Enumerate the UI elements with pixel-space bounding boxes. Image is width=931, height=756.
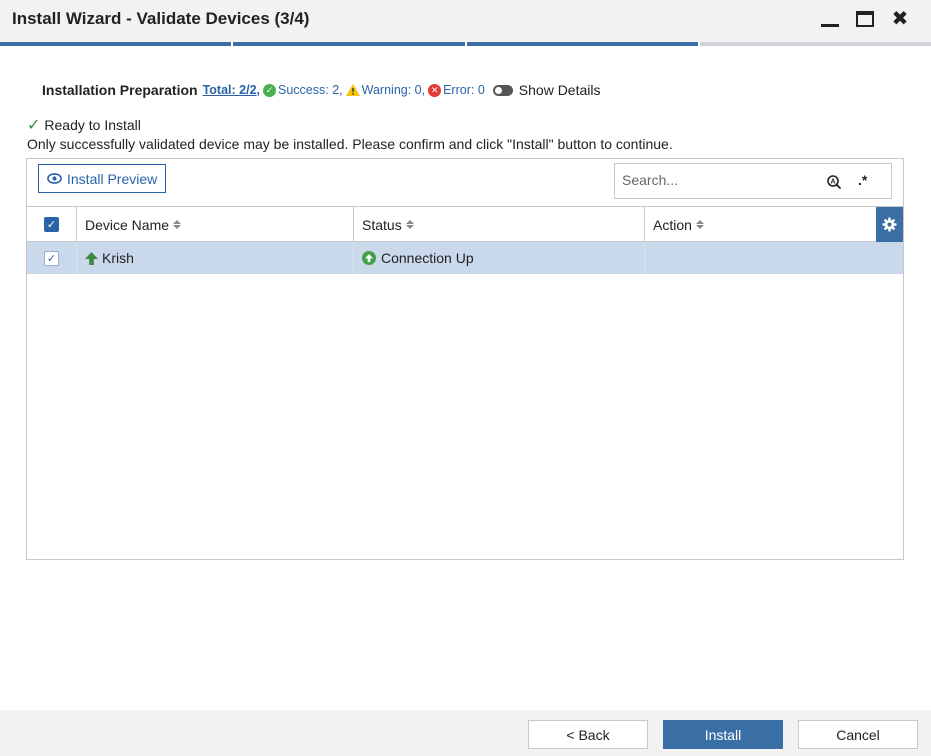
cancel-button[interactable]: Cancel [798, 720, 918, 749]
warning-count: Warning: 0, [361, 83, 426, 97]
column-header-device-name[interactable]: Device Name [77, 207, 354, 242]
gear-icon [882, 217, 897, 232]
table-header: ✓ Device Name Status Action [27, 206, 903, 242]
row-checkbox[interactable]: ✓ [44, 250, 59, 266]
regex-toggle-icon[interactable]: .* [858, 172, 867, 188]
device-up-arrow-icon [85, 251, 98, 265]
device-name: Krish [102, 250, 134, 266]
search-icon[interactable]: A [826, 174, 842, 190]
error-icon: ✕ [428, 83, 442, 97]
install-button[interactable]: Install [663, 720, 783, 749]
maximize-icon [856, 11, 874, 27]
row-select-cell: ✓ [27, 242, 77, 274]
device-name-cell: Krish [77, 242, 354, 274]
sort-icon [695, 220, 704, 229]
column-label: Device Name [85, 216, 170, 233]
success-count: Success: 2, [278, 83, 343, 97]
step-4-indicator [699, 42, 931, 46]
column-header-status[interactable]: Status [354, 207, 645, 242]
connection-up-icon [362, 251, 376, 265]
back-button[interactable]: < Back [528, 720, 648, 749]
ready-text: Ready to Install [44, 117, 141, 133]
table-row[interactable]: ✓ Krish Connection Up [27, 242, 903, 274]
search-box: A .* [614, 163, 892, 199]
search-input[interactable] [622, 172, 822, 188]
error-count: Error: 0 [443, 83, 485, 97]
column-settings-button[interactable] [876, 207, 903, 242]
ready-status: ✓ Ready to Install [27, 115, 141, 135]
show-details-toggle[interactable] [492, 84, 513, 96]
eye-icon [47, 173, 62, 184]
svg-text:A: A [830, 179, 835, 186]
preparation-label: Installation Preparation [42, 82, 198, 98]
close-button[interactable]: ✖ [889, 8, 911, 30]
minimize-icon [821, 23, 839, 27]
show-details-label[interactable]: Show Details [519, 82, 601, 98]
select-all-checkbox[interactable]: ✓ [44, 217, 59, 232]
info-message: Only successfully validated device may b… [27, 136, 673, 152]
install-preview-button[interactable]: Install Preview [38, 164, 167, 193]
install-preview-label: Install Preview [67, 170, 158, 187]
maximize-button[interactable] [854, 8, 876, 30]
sort-icon [173, 220, 182, 229]
sort-icon [405, 220, 414, 229]
column-label: Action [653, 216, 692, 233]
close-icon: ✖ [891, 8, 909, 30]
success-icon: ✓ [263, 83, 277, 97]
header-select-all: ✓ [27, 207, 77, 242]
step-2-indicator [233, 42, 465, 46]
column-header-action[interactable]: Action [645, 207, 876, 242]
step-1-indicator [0, 42, 232, 46]
action-cell [645, 242, 903, 274]
status-cell: Connection Up [354, 242, 645, 274]
total-link[interactable]: Total: 2/2, [203, 83, 260, 97]
dialog-footer: < Back Install Cancel [0, 710, 931, 756]
title-bar: Install Wizard - Validate Devices (3/4) … [0, 0, 931, 42]
status-text: Connection Up [381, 250, 474, 266]
minimize-button[interactable] [819, 8, 841, 30]
column-label: Status [362, 216, 402, 233]
warning-icon [345, 84, 360, 96]
window-title: Install Wizard - Validate Devices (3/4) [12, 9, 310, 28]
device-grid-panel: Install Preview A .* ✓ Device Name Statu… [26, 158, 904, 560]
checkmark-icon: ✓ [27, 117, 41, 134]
preparation-summary: Installation Preparation Total: 2/2, ✓ S… [42, 82, 600, 98]
step-3-indicator [466, 42, 698, 46]
step-progress [0, 42, 931, 46]
